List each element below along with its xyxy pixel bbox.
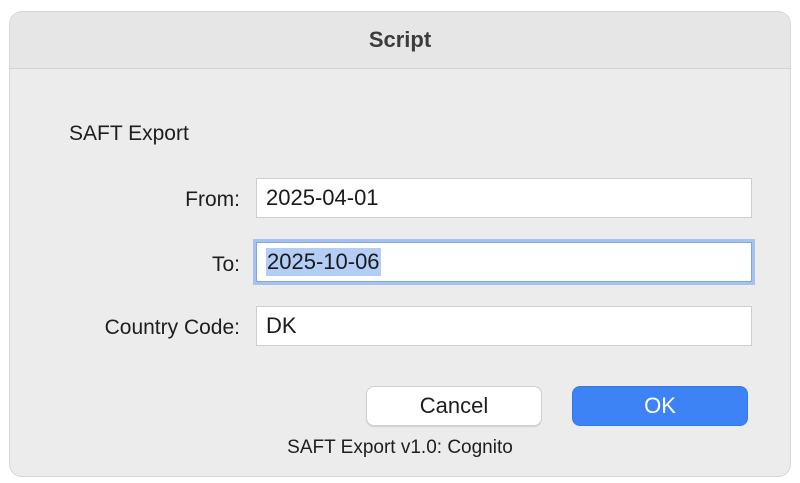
script-dialog: Script SAFT Export From: 2025-04-01 To: …	[10, 12, 790, 476]
form-heading: SAFT Export	[69, 122, 189, 145]
version-footer: SAFT Export v1.0: Cognito	[287, 437, 513, 458]
cancel-button-label: Cancel	[419, 393, 489, 418]
country-code-value: DK	[266, 313, 297, 338]
from-date-value: 2025-04-01	[266, 185, 379, 210]
from-label: From:	[185, 188, 240, 211]
country-code-field[interactable]: DK	[256, 306, 752, 346]
ok-button[interactable]: OK	[572, 386, 748, 426]
dialog-titlebar[interactable]: Script	[10, 12, 790, 69]
to-date-field[interactable]: 2025-10-06	[256, 242, 752, 282]
from-date-field[interactable]: 2025-04-01	[256, 178, 752, 218]
cancel-button[interactable]: Cancel	[366, 386, 542, 426]
dialog-title: Script	[368, 27, 432, 52]
country-code-label: Country Code:	[104, 316, 240, 339]
ok-button-label: OK	[644, 393, 676, 418]
to-label: To:	[211, 253, 240, 276]
to-date-value: 2025-10-06	[266, 248, 381, 276]
